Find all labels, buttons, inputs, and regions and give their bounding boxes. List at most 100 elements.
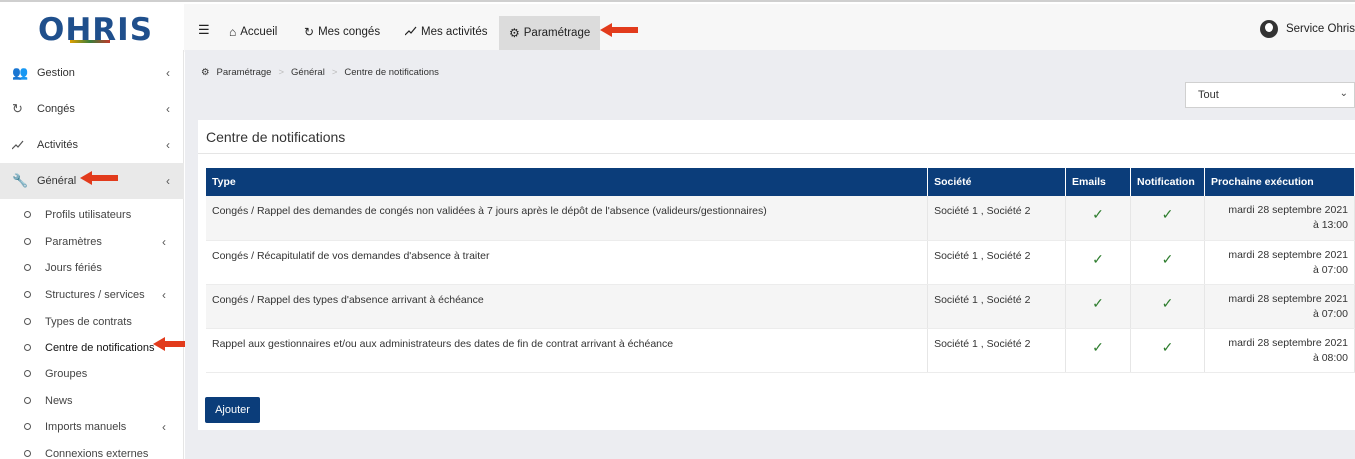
time-line: à 07:00 [1312,307,1348,320]
sidebar-subitem-parametres[interactable]: Paramètres ‹ [0,231,184,257]
nav-mes-activites[interactable]: Mes activités [404,20,488,44]
date-line: mardi 28 septembre 2021 [1228,336,1348,349]
sidebar-item-label: Activités [37,139,78,151]
breadcrumb: ⚙ Paramétrage > Général > Centre de noti… [201,67,439,78]
annotation-arrow-parametrage [600,23,638,37]
filter-select[interactable]: Tout ⌄ [1185,82,1355,108]
date-line: mardi 28 septembre 2021 [1228,204,1348,216]
circle-icon [24,450,31,457]
circle-icon [24,264,31,271]
user-menu[interactable]: Service Ohris [1259,20,1355,38]
cell-societe: Société 1 , Société 2 [927,196,1067,241]
circle-icon [24,211,31,218]
gear-icon: ⚙ [509,26,520,40]
filter-select-value: Tout [1198,89,1219,101]
sidebar-subitem-label: Centre de notifications [45,342,155,354]
cell-next-run: mardi 28 septembre 2021 à 08:00 [1204,328,1355,373]
chevron-left-icon: ‹ [166,66,170,80]
circle-icon [24,318,31,325]
nav-accueil[interactable]: ⌂ Accueil [229,20,277,44]
hamburger-icon[interactable]: ☰ [198,22,210,38]
breadcrumb-separator: > [278,67,285,78]
users-icon: 👥 [12,65,29,80]
sidebar: 👥 Gestion ‹ ↻ Congés ‹ Activités ‹ 🔧 Gén… [0,50,184,459]
add-button[interactable]: Ajouter [205,397,260,423]
circle-icon [24,370,31,377]
chevron-left-icon: ‹ [166,138,170,152]
cell-type: Rappel aux gestionnaires et/ou aux admin… [206,328,929,373]
sidebar-item-conges[interactable]: ↻ Congés ‹ [0,91,184,127]
sidebar-subitem-label: News [45,395,73,407]
trend-icon [11,138,24,153]
column-header-emails[interactable]: Emails [1065,168,1132,196]
sidebar-subitem-news[interactable]: News [0,390,184,416]
breadcrumb-item[interactable]: Paramétrage [217,67,272,78]
sidebar-item-activites[interactable]: Activités ‹ [0,127,184,163]
gear-icon: ⚙ [201,67,210,78]
table-row[interactable]: Congés / Rappel des demandes de congés n… [206,196,1355,241]
column-header-prochaine-execution[interactable]: Prochaine exécution [1204,168,1355,196]
cell-next-run: mardi 28 septembre 2021 à 07:00 [1204,240,1355,285]
sidebar-item-label: Gestion [37,67,75,79]
sidebar-subitem-jours-feries[interactable]: Jours fériés [0,257,184,283]
chevron-left-icon: ‹ [162,420,166,434]
sidebar-item-gestion[interactable]: 👥 Gestion ‹ [0,55,184,91]
cell-societe: Société 1 , Société 2 [927,328,1067,373]
ohris-logo[interactable]: OHRIS [38,12,153,48]
chevron-left-icon: ‹ [162,235,166,249]
sidebar-subitem-label: Connexions externes [45,448,149,459]
cell-type: Congés / Récapitulatif de vos demandes d… [206,240,929,285]
nav-mes-conges[interactable]: ↻ Mes congés [304,20,380,44]
nav-mes-conges-label: Mes congés [318,26,381,38]
check-icon: ✓ [1065,196,1132,241]
cell-societe: Société 1 , Société 2 [927,284,1067,329]
column-header-type[interactable]: Type [206,168,929,196]
divider [198,153,1355,154]
column-header-societe[interactable]: Société [927,168,1067,196]
check-icon: ✓ [1065,328,1132,373]
check-icon: ✓ [1130,196,1205,241]
time-line: à 13:00 [1312,219,1348,231]
chevron-left-icon: ‹ [166,174,170,188]
column-header-notification[interactable]: Notification [1130,168,1205,196]
logo-underline [70,40,110,43]
breadcrumb-item: Centre de notifications [344,67,439,78]
sidebar-item-label: Général [37,175,77,187]
table-row[interactable]: Congés / Récapitulatif de vos demandes d… [206,240,1355,285]
sidebar-subitem-label: Jours fériés [45,262,102,274]
check-icon: ✓ [1065,284,1132,329]
sidebar-subitem-connexions[interactable]: Connexions externes [0,443,184,459]
notifications-table: Type Société Emails Notification Prochai… [206,168,1355,373]
circle-icon [24,344,31,351]
breadcrumb-item[interactable]: Général [291,67,325,78]
check-icon: ✓ [1130,284,1205,329]
top-bar: OHRIS ☰ ⌂ Accueil ↻ Mes congés Mes activ… [0,0,1355,52]
page-title: Centre de notifications [206,129,346,145]
notifications-panel: Centre de notifications Type Société Ema… [198,120,1355,430]
logo-area: OHRIS [0,4,184,52]
sidebar-subitem-types-contrats[interactable]: Types de contrats [0,311,184,337]
annotation-arrow-general [80,171,118,185]
table-header-row: Type Société Emails Notification Prochai… [206,168,1355,196]
sidebar-subitem-groupes[interactable]: Groupes [0,363,184,389]
wrench-icon: 🔧 [12,173,29,188]
cell-next-run: mardi 28 septembre 2021 à 13:00 [1204,196,1355,241]
sidebar-subitem-profils[interactable]: Profils utilisateurs [0,204,184,230]
cell-next-run: mardi 28 septembre 2021 à 07:00 [1204,284,1355,329]
home-icon: ⌂ [229,25,237,39]
nav-mes-activites-label: Mes activités [421,26,488,38]
table-row[interactable]: Rappel aux gestionnaires et/ou aux admin… [206,328,1355,373]
table-row[interactable]: Congés / Rappel des types d'absence arri… [206,284,1355,329]
sidebar-subitem-label: Groupes [45,368,88,380]
nav-parametrage-label: Paramétrage [523,27,591,39]
cell-type: Congés / Rappel des demandes de congés n… [206,196,929,241]
check-icon: ✓ [1130,328,1205,373]
nav-parametrage[interactable]: ⚙ Paramétrage [499,16,601,50]
date-line: mardi 28 septembre 2021 [1228,248,1348,261]
sidebar-subitem-structures[interactable]: Structures / services ‹ [0,284,184,310]
trend-icon [404,25,417,39]
sidebar-subitem-imports[interactable]: Imports manuels ‹ [0,416,184,442]
sidebar-subitem-label: Structures / services [45,289,145,301]
user-name: Service Ohris [1285,23,1355,35]
main-content: ⚙ Paramétrage > Général > Centre de noti… [185,50,1355,459]
